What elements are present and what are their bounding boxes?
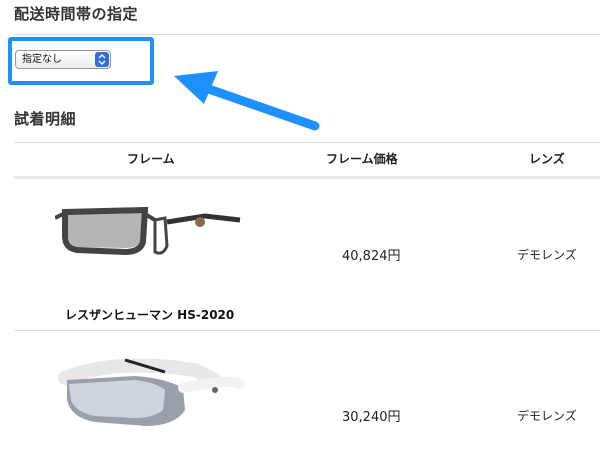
chevron-updown-icon[interactable] (95, 52, 109, 67)
lens-type: デモレンズ (517, 248, 577, 262)
page: 配送時間帯の指定 指定なし 試着明細 フレーム フレーム価格 レンズ 40,82… (0, 0, 600, 451)
product-image-sunglasses (58, 358, 245, 426)
header-divider (14, 176, 600, 179)
column-header-frame-price: フレーム価格 (326, 152, 398, 166)
delivery-time-select[interactable]: 指定なし (15, 50, 111, 69)
product-image-glasses (55, 206, 241, 256)
delivery-time-title: 配送時間帯の指定 (14, 5, 139, 23)
row-divider (14, 330, 600, 331)
frame-price: 40,824円 (342, 249, 401, 264)
product-name: レスザンヒューマン HS-2020 (65, 308, 235, 322)
divider (14, 142, 600, 143)
frame-price: 30,240円 (342, 410, 401, 425)
column-header-frame: フレーム (127, 152, 175, 166)
divider (14, 34, 600, 35)
lens-type: デモレンズ (517, 409, 577, 423)
arrow-icon (174, 71, 320, 131)
delivery-time-select-value: 指定なし (22, 54, 62, 65)
trial-detail-title: 試着明細 (14, 110, 77, 128)
column-header-lens: レンズ (529, 152, 565, 166)
